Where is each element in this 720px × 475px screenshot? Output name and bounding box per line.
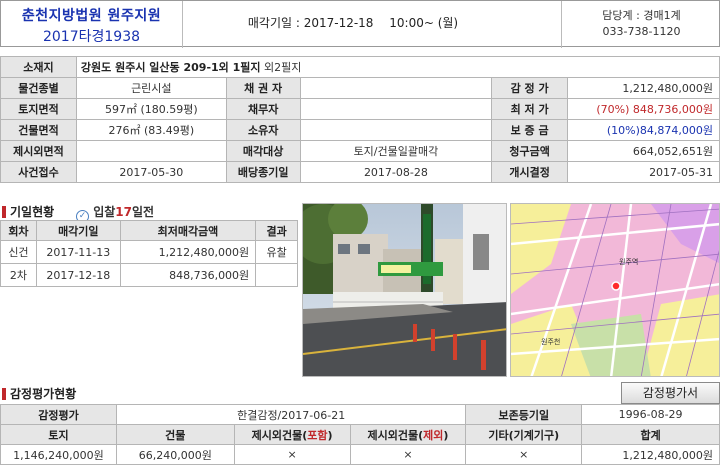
sale-date-cell: 2017-11-13: [35, 240, 121, 264]
appraised-price-label: 감 정 가: [491, 77, 569, 99]
extra-area-label: 제시외면적: [0, 140, 77, 162]
address-label: 소재지: [0, 56, 77, 78]
min-price-cell: 1,212,480,000원: [119, 240, 257, 264]
owner-value: [299, 119, 493, 141]
info-row: 물건종별 근린시설 채 권 자 감 정 가 1,212,480,000원: [0, 77, 720, 99]
min-price-cell: 848,736,000원: [119, 263, 257, 287]
creditor-label: 채 권 자: [225, 77, 301, 99]
machinery-header: 기타(기계기구): [465, 424, 583, 445]
commencement-label: 개시결정: [491, 161, 569, 183]
section-bar-icon: [2, 388, 6, 400]
building-area-value: 276㎡ (83.49평): [75, 119, 227, 141]
extra-area-value: [75, 140, 227, 162]
appraisal-header-row: 토지 건물 제시외건물(포함) 제시외건물(제외) 기타(기계기구) 합계: [0, 424, 720, 445]
appraiser-label: 감정평가: [0, 404, 117, 425]
extra-excl-value: ×: [349, 444, 467, 465]
info-row: 토지면적 597㎡ (180.59평) 채무자 최 저 가 (70%) 848,736,…: [0, 98, 720, 120]
result-cell: 유찰: [255, 240, 298, 264]
address-extra: 외2필지: [264, 61, 302, 74]
officer-phone: 033-738-1120: [602, 25, 681, 38]
commencement-value: 2017-05-31: [567, 161, 720, 183]
map-label-a: 원주역: [619, 257, 638, 266]
debtor-value: [299, 98, 493, 120]
extra-building-incl-header: 제시외건물(포함): [233, 424, 351, 445]
min-price-header: 최저매각금액: [119, 220, 257, 241]
appraisal-table: 감정평가 한결감정/2017-06-21 보존등기일 1996-08-29 토지…: [0, 404, 720, 465]
history-table: 회차 매각기일 최저매각금액 결과 신건 2017-11-13 1,212,480,000…: [0, 220, 298, 287]
registration-date-value: 1996-08-29: [581, 404, 720, 425]
extra-building-excl-header: 제시외건물(제외): [349, 424, 467, 445]
table-row: 2차 2017-12-18 848,736,000원: [0, 263, 298, 287]
street-photo-image: [303, 204, 506, 376]
info-row: 건물면적 276㎡ (83.49평) 소유자 보 증 금 (10%)84,874,000…: [0, 119, 720, 141]
sale-date-header: 매각기일: [35, 220, 121, 241]
registration-date-label: 보존등기일: [465, 404, 583, 425]
address-text: 강원도 원주시 일산동 209-1외 1필지: [80, 61, 261, 74]
property-info-table: 소재지 강원도 원주시 일산동 209-1외 1필지 외2필지 물건종별 근린시설…: [0, 56, 720, 183]
item-type-label: 물건종별: [0, 77, 77, 99]
item-type-value: 근린시설: [75, 77, 227, 99]
sale-date: 매각기일 : 2017-12-18 10:00~ (월): [247, 16, 459, 30]
property-photo[interactable]: [302, 203, 507, 377]
sale-date-cell: 2017-12-18: [35, 263, 121, 287]
claim-amount-label: 청구금액: [491, 140, 569, 162]
appraisal-title: 감정평가현황: [2, 385, 76, 402]
deposit-label: 보 증 금: [491, 119, 569, 141]
case-header: 춘천지방법원 원주지원 2017타경1938 매각기일 : 2017-12-18…: [0, 0, 720, 48]
building-area-label: 건물면적: [0, 119, 77, 141]
case-received-label: 사건접수: [0, 161, 77, 183]
machinery-value: ×: [465, 444, 583, 465]
deposit-value: (10%)84,874,000원: [567, 119, 720, 141]
officer-block: 담당계 : 경매1계 033-738-1120: [561, 1, 720, 48]
history-title: 기일현황: [2, 203, 54, 220]
land-header: 토지: [0, 424, 117, 445]
case-number: 2017타경1938: [42, 29, 141, 45]
location-map[interactable]: 원주역 원주천: [510, 203, 720, 377]
sale-target-label: 매각대상: [225, 140, 301, 162]
info-row: 제시외면적 매각대상 토지/건물일괄매각 청구금액 664,052,651원: [0, 140, 720, 162]
appraised-price-value: 1,212,480,000원: [567, 77, 720, 99]
total-value: 1,212,480,000원: [581, 444, 720, 465]
land-area-value: 597㎡ (180.59평): [75, 98, 227, 120]
building-header: 건물: [115, 424, 235, 445]
history-header-row: 회차 매각기일 최저매각금액 결과: [0, 220, 298, 241]
result-cell: [255, 263, 298, 287]
round-header: 회차: [0, 220, 37, 241]
building-value: 66,240,000원: [115, 444, 235, 465]
dividend-deadline-label: 배당종기일: [225, 161, 301, 183]
appraisal-report-button[interactable]: 감정평가서: [621, 382, 720, 404]
info-rows: 물건종별 근린시설 채 권 자감 정 가 1,212,480,000원 토지면적 597㎡…: [0, 77, 720, 183]
claim-amount-value: 664,052,651원: [567, 140, 720, 162]
address-cell: 강원도 원주시 일산동 209-1외 1필지 외2필지: [75, 56, 720, 78]
extra-incl-value: ×: [233, 444, 351, 465]
minimum-price-label: 최 저 가: [491, 98, 569, 120]
court-block: 춘천지방법원 원주지원 2017타경1938: [1, 1, 183, 48]
section-bar-icon: [2, 206, 6, 218]
map-label-b: 원주천: [541, 337, 560, 346]
officer-name: 담당계 : 경매1계: [602, 9, 681, 22]
table-row: 신건 2017-11-13 1,212,480,000원 유찰: [0, 240, 298, 264]
total-header: 합계: [581, 424, 720, 445]
map-image: 원주역 원주천: [511, 204, 719, 376]
info-row: 사건접수 2017-05-30 배당종기일 2017-08-28 개시결정 2017-05…: [0, 161, 720, 183]
minimum-price-value: (70%) 848,736,000원: [567, 98, 720, 120]
creditor-value: [299, 77, 493, 99]
result-header: 결과: [255, 220, 298, 241]
sale-target-value: 토지/건물일괄매각: [299, 140, 493, 162]
appraiser-value: 한결감정/2017-06-21: [115, 404, 467, 425]
land-value: 1,146,240,000원: [0, 444, 117, 465]
round-cell: 신건: [0, 240, 37, 264]
owner-label: 소유자: [225, 119, 301, 141]
case-received-value: 2017-05-30: [75, 161, 227, 183]
land-area-label: 토지면적: [0, 98, 77, 120]
court-name: 춘천지방법원 원주지원: [21, 8, 162, 24]
round-cell: 2차: [0, 263, 37, 287]
debtor-label: 채무자: [225, 98, 301, 120]
appraisal-value-row: 1,146,240,000원 66,240,000원 × × × 1,212,4…: [0, 444, 720, 465]
dividend-deadline-value: 2017-08-28: [299, 161, 493, 183]
